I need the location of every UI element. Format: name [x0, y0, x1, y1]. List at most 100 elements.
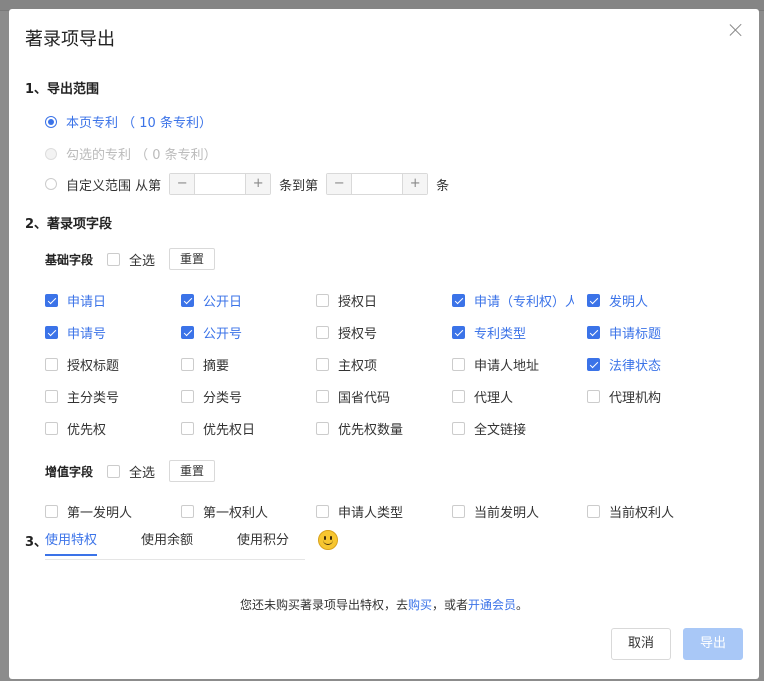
field-checkbox[interactable] [452, 390, 465, 403]
close-icon[interactable] [729, 23, 743, 37]
field-label: 优先权数量 [338, 419, 403, 438]
from-stepper[interactable]: − + [169, 173, 271, 195]
select-all-label: 全选 [129, 462, 155, 481]
field-option[interactable]: 全文链接 [452, 419, 574, 438]
field-checkbox[interactable] [181, 358, 194, 371]
field-option[interactable]: 第一权利人 [181, 502, 311, 521]
field-checkbox[interactable] [45, 390, 58, 403]
field-label: 申请人类型 [338, 502, 403, 521]
buy-link[interactable]: 购买 [408, 598, 432, 612]
value-added-select-all[interactable]: 全选 [107, 462, 155, 481]
field-option[interactable]: 法律状态 [587, 355, 717, 374]
to-input[interactable] [351, 174, 403, 194]
range-option-label: 本页专利 （ 10 条专利） [66, 112, 212, 131]
basic-select-all[interactable]: 全选 [107, 250, 155, 269]
field-label: 公开日 [203, 291, 242, 310]
field-checkbox[interactable] [45, 358, 58, 371]
field-option[interactable]: 当前发明人 [452, 502, 574, 521]
to-label: 条到第 [279, 175, 318, 194]
minus-icon[interactable]: − [327, 174, 351, 194]
plus-icon[interactable]: + [246, 174, 270, 194]
range-option-checked: 勾选的专利 （ 0 条专利） [45, 144, 217, 163]
field-label: 申请日 [67, 291, 106, 310]
open-membership-link[interactable]: 开通会员 [468, 598, 516, 612]
privilege-section-title: 3、 [25, 531, 47, 550]
field-checkbox[interactable] [316, 326, 329, 339]
field-option[interactable]: 申请人地址 [452, 355, 574, 374]
field-checkbox[interactable] [181, 422, 194, 435]
field-label: 主权项 [338, 355, 377, 374]
field-checkbox[interactable] [45, 294, 58, 307]
field-option[interactable]: 主权项 [316, 355, 446, 374]
field-option[interactable]: 优先权数量 [316, 419, 446, 438]
field-option[interactable]: 优先权 [45, 419, 175, 438]
field-option[interactable]: 发明人 [587, 291, 717, 310]
select-all-checkbox[interactable] [107, 253, 120, 266]
field-checkbox[interactable] [587, 326, 600, 339]
field-option[interactable]: 第一发明人 [45, 502, 175, 521]
field-checkbox[interactable] [452, 294, 465, 307]
plus-icon[interactable]: + [403, 174, 427, 194]
field-checkbox[interactable] [452, 358, 465, 371]
field-checkbox[interactable] [45, 505, 58, 518]
field-option[interactable]: 主分类号 [45, 387, 175, 406]
field-checkbox[interactable] [587, 505, 600, 518]
smiley-icon [318, 530, 338, 550]
select-all-checkbox[interactable] [107, 465, 120, 478]
range-option-current-page[interactable]: 本页专利 （ 10 条专利） [45, 112, 212, 131]
field-checkbox[interactable] [316, 358, 329, 371]
field-label: 法律状态 [609, 355, 661, 374]
field-option[interactable]: 优先权日 [181, 419, 311, 438]
tab-use-points[interactable]: 使用积分 [237, 529, 289, 554]
field-option[interactable]: 当前权利人 [587, 502, 717, 521]
radio-custom-range[interactable] [45, 178, 57, 190]
field-checkbox[interactable] [316, 505, 329, 518]
tab-use-balance[interactable]: 使用余额 [141, 529, 193, 554]
field-checkbox[interactable] [45, 326, 58, 339]
export-button[interactable]: 导出 [683, 628, 743, 660]
field-checkbox[interactable] [45, 422, 58, 435]
field-checkbox[interactable] [181, 294, 194, 307]
from-input[interactable] [194, 174, 246, 194]
field-option[interactable]: 分类号 [181, 387, 311, 406]
field-checkbox[interactable] [587, 390, 600, 403]
range-option-label: 勾选的专利 （ 0 条专利） [66, 144, 217, 163]
field-checkbox[interactable] [452, 422, 465, 435]
radio-current-page[interactable] [45, 116, 57, 128]
minus-icon[interactable]: − [170, 174, 194, 194]
field-checkbox[interactable] [181, 505, 194, 518]
field-option[interactable]: 摘要 [181, 355, 311, 374]
field-checkbox[interactable] [181, 326, 194, 339]
field-option[interactable]: 授权号 [316, 323, 446, 342]
notice-text: ，或者 [432, 598, 468, 612]
field-checkbox[interactable] [181, 390, 194, 403]
field-option[interactable]: 申请号 [45, 323, 175, 342]
field-option[interactable]: 授权日 [316, 291, 446, 310]
value-added-header: 增值字段 全选 重置 [45, 460, 215, 482]
field-option[interactable]: 代理人 [452, 387, 574, 406]
field-checkbox[interactable] [452, 505, 465, 518]
field-checkbox[interactable] [316, 390, 329, 403]
field-checkbox[interactable] [316, 294, 329, 307]
field-option[interactable]: 公开日 [181, 291, 311, 310]
field-option[interactable]: 授权标题 [45, 355, 175, 374]
field-option[interactable]: 申请日 [45, 291, 175, 310]
field-option[interactable]: 国省代码 [316, 387, 446, 406]
cancel-button[interactable]: 取消 [611, 628, 671, 660]
field-option[interactable]: 申请标题 [587, 323, 717, 342]
field-option[interactable]: 专利类型 [452, 323, 574, 342]
field-checkbox[interactable] [587, 358, 600, 371]
field-option[interactable]: 代理机构 [587, 387, 717, 406]
tab-use-privilege[interactable]: 使用特权 [45, 529, 97, 556]
field-checkbox[interactable] [452, 326, 465, 339]
field-checkbox[interactable] [316, 422, 329, 435]
field-checkbox[interactable] [587, 294, 600, 307]
range-option-custom[interactable]: 自定义范围 从第 − + 条到第 − + 条 [45, 173, 449, 195]
field-option[interactable]: 申请人类型 [316, 502, 446, 521]
field-option[interactable]: 申请（专利权）人 [452, 291, 574, 310]
to-stepper[interactable]: − + [326, 173, 428, 195]
basic-fields-header: 基础字段 全选 重置 [45, 248, 215, 270]
basic-reset-button[interactable]: 重置 [169, 248, 215, 270]
field-option[interactable]: 公开号 [181, 323, 311, 342]
value-added-reset-button[interactable]: 重置 [169, 460, 215, 482]
